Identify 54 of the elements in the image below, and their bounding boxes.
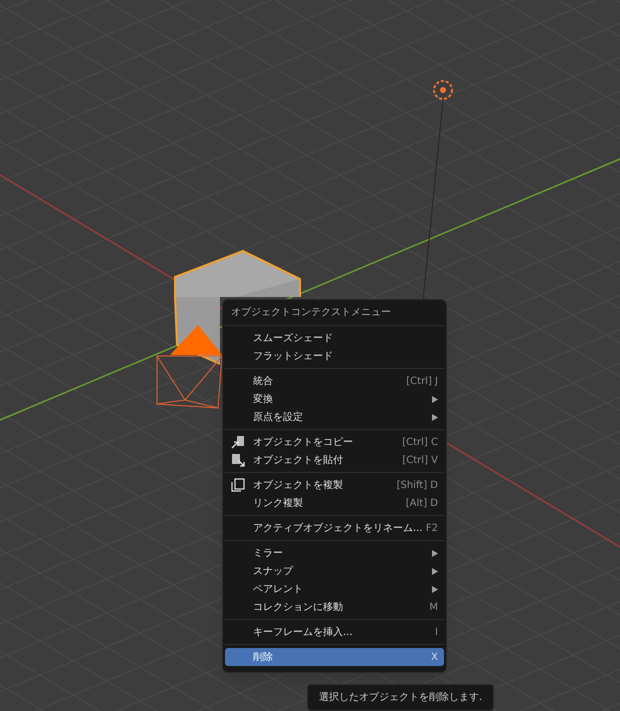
- menu-item[interactable]: 削除 X: [225, 648, 444, 666]
- menu-item[interactable]: アクティブオブジェクトをリネーム... F2: [225, 519, 444, 537]
- submenu-arrow-icon: [432, 414, 438, 420]
- menu-item-label: リンク複製: [253, 496, 303, 510]
- camera-triangle-icon: [170, 325, 222, 355]
- menu-item[interactable]: オブジェクトをコピー [Ctrl] C: [225, 433, 444, 451]
- menu-item-label: オブジェクトを貼付: [253, 454, 343, 468]
- menu-item[interactable]: 原点を設定: [225, 408, 444, 426]
- menu-item-label: オブジェクトをコピー: [253, 436, 353, 450]
- shortcut-label: [Shift] D: [396, 478, 438, 492]
- menu-item[interactable]: フラットシェード: [225, 347, 444, 365]
- menu-item[interactable]: ペアレント: [225, 580, 444, 598]
- menu-item[interactable]: ミラー: [225, 544, 444, 562]
- shortcut-label: M: [429, 600, 438, 614]
- menu-item[interactable]: リンク複製 [Alt] D: [225, 494, 444, 512]
- menu-item-label: スナップ: [253, 564, 293, 578]
- menu-item[interactable]: 統合 [Ctrl] J: [225, 372, 444, 390]
- shortcut-label: I: [435, 626, 438, 640]
- menu-item-label: フラットシェード: [253, 350, 333, 364]
- menu-item-label: オブジェクトを複製: [253, 478, 343, 492]
- menu-item[interactable]: オブジェクトを貼付 [Ctrl] V: [225, 451, 444, 469]
- shortcut-label: X: [431, 650, 438, 664]
- clipboard-arrow-icon: [231, 453, 245, 467]
- menu-item-label: コレクションに移動: [253, 600, 343, 614]
- menu-item-label: ミラー: [253, 546, 283, 560]
- menu-item[interactable]: スナップ: [225, 562, 444, 580]
- menu-item-label: アクティブオブジェクトをリネーム...: [253, 522, 423, 536]
- menu-item-label: ペアレント: [253, 582, 303, 596]
- shortcut-label: [Ctrl] J: [406, 374, 438, 388]
- menu-item-label: 変換: [253, 392, 273, 406]
- shortcut-label: [Ctrl] C: [402, 436, 438, 450]
- menu-item[interactable]: オブジェクトを複製 [Shift] D: [225, 476, 444, 494]
- clipboard-arrow-icon: [231, 435, 245, 449]
- menu-item[interactable]: コレクションに移動 M: [225, 598, 444, 616]
- submenu-arrow-icon: [432, 396, 438, 402]
- submenu-arrow-icon: [432, 586, 438, 592]
- menu-item-label: 統合: [253, 374, 273, 388]
- shortcut-label: F2: [426, 522, 438, 536]
- submenu-arrow-icon: [432, 568, 438, 574]
- menu-item[interactable]: 変換: [225, 390, 444, 408]
- submenu-arrow-icon: [432, 550, 438, 556]
- shortcut-label: [Alt] D: [406, 496, 438, 510]
- menu-item-label: スムーズシェード: [253, 332, 333, 346]
- menu-title: オブジェクトコンテクストメニュー: [230, 306, 392, 320]
- menu-item-label: 原点を設定: [253, 410, 303, 424]
- camera-frame-drawing: [156, 356, 223, 409]
- tooltip: 選択したオブジェクトを削除します.: [307, 684, 494, 711]
- menu-item-label: キーフレームを挿入...: [253, 626, 353, 640]
- menu-item[interactable]: スムーズシェード: [225, 329, 444, 347]
- menu-item[interactable]: キーフレームを挿入... I: [225, 623, 444, 641]
- light-icon: [433, 80, 453, 100]
- menu-item-label: 削除: [253, 650, 273, 664]
- shortcut-label: [Ctrl] V: [402, 454, 438, 468]
- duplicate-icon: [231, 478, 245, 492]
